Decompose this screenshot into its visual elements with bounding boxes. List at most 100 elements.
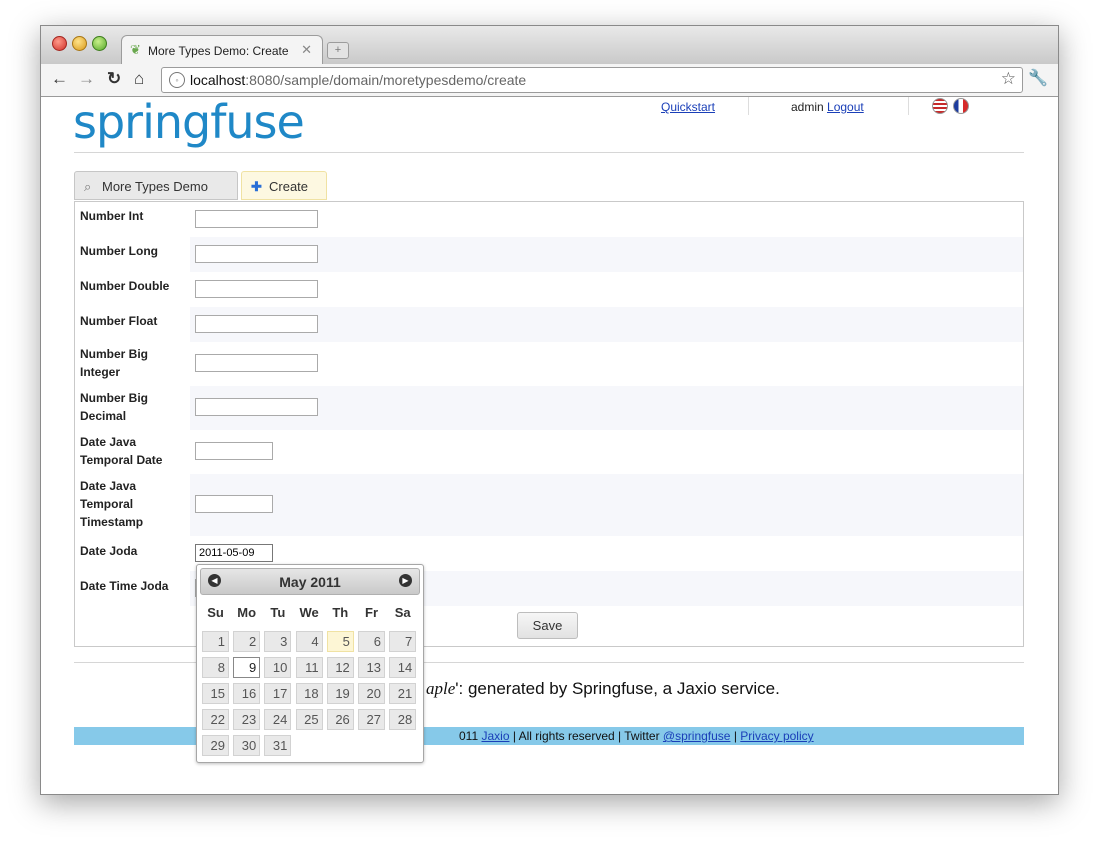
field-label: Number Big Decimal <box>80 391 149 423</box>
weekday-label: Tu <box>270 605 286 620</box>
minimize-window-button[interactable] <box>72 36 87 51</box>
calendar-day[interactable]: 7 <box>389 631 417 652</box>
calendar-day[interactable]: 20 <box>358 683 385 704</box>
date-joda-input[interactable] <box>195 544 273 562</box>
weekday-label: Mo <box>237 605 257 620</box>
leaf-icon: ❦ <box>130 42 141 57</box>
close-tab-icon[interactable]: ✕ <box>301 42 312 58</box>
browser-window: ❦ More Types Demo: Create ✕ + ← → ↻ ⌂ ◦ … <box>40 25 1059 795</box>
weekday-label: Th <box>332 605 349 620</box>
calendar-day[interactable]: 1 <box>202 631 229 652</box>
calendar-day[interactable]: 17 <box>264 683 292 704</box>
tab-create[interactable]: ✚ Create <box>241 171 327 200</box>
tab-label: Create <box>269 179 309 194</box>
search-icon: ⌕ <box>84 179 92 194</box>
footer-tagline: aple': generated by Springfuse, a Jaxio … <box>426 679 780 699</box>
reload-icon[interactable]: ↻ <box>107 69 121 89</box>
calendar-day[interactable]: 30 <box>233 735 261 756</box>
date-java-temporal-timestamp-input[interactable] <box>195 495 273 513</box>
calendar-day[interactable]: 5 <box>326 631 354 652</box>
french-flag-icon[interactable] <box>953 98 969 114</box>
calendar-day[interactable]: 13 <box>358 657 385 678</box>
address-bar[interactable]: ◦ localhost:8080/sample/domain/moretypes… <box>161 67 1023 93</box>
rights-text: | All rights reserved | Twitter <box>512 729 660 743</box>
calendar-day[interactable]: 11 <box>295 657 323 678</box>
next-month-icon[interactable]: ▶ <box>399 574 412 587</box>
date-java-temporal-date-input[interactable] <box>195 442 273 460</box>
copyright-text: 011 <box>459 729 479 743</box>
calendar-day[interactable]: 8 <box>202 657 229 678</box>
form-row: Number Double <box>75 272 1023 307</box>
tab-more-types-demo[interactable]: ⌕ More Types Demo <box>74 171 238 200</box>
calendar-day[interactable]: 28 <box>389 709 417 730</box>
calendar-day[interactable]: 23 <box>233 709 261 730</box>
field-label: Number Big Integer <box>80 347 149 379</box>
header-divider <box>74 152 1024 153</box>
field-label: Date Java Temporal Date <box>80 435 163 467</box>
privacy-policy-link[interactable]: Privacy policy <box>740 729 813 743</box>
calendar-day[interactable]: 24 <box>264 709 292 730</box>
globe-icon: ◦ <box>169 72 185 88</box>
springfuse-logo[interactable]: springfuse <box>73 95 305 149</box>
calendar-day[interactable]: 26 <box>326 709 354 730</box>
number-big-integer-input[interactable] <box>195 354 318 372</box>
number-double-input[interactable] <box>195 280 318 298</box>
number-big-decimal-input[interactable] <box>195 398 318 416</box>
bookmark-star-icon[interactable]: ☆ <box>1001 69 1016 89</box>
weekday-header: Su Mo Tu We Th Fr Sa <box>200 599 420 627</box>
calendar-day[interactable]: 29 <box>202 735 229 756</box>
tagline-text: ': generated by Springfuse, a Jaxio serv… <box>455 679 780 698</box>
calendar-day[interactable]: 14 <box>389 657 417 678</box>
calendar-day[interactable]: 3 <box>264 631 292 652</box>
calendar-day[interactable]: 27 <box>358 709 385 730</box>
browser-tab[interactable]: ❦ More Types Demo: Create ✕ <box>121 35 323 65</box>
logout-link[interactable]: Logout <box>827 100 864 114</box>
calendar-day[interactable]: 4 <box>295 631 323 652</box>
calendar-day[interactable]: 9 <box>233 657 261 678</box>
back-arrow-icon[interactable]: ← <box>51 69 68 89</box>
close-window-button[interactable] <box>52 36 67 51</box>
quickstart-link[interactable]: Quickstart <box>661 100 715 114</box>
tagline-fragment: aple <box>426 679 456 698</box>
home-icon[interactable]: ⌂ <box>134 69 144 89</box>
form-row: Number Big Decimal <box>75 386 1023 430</box>
number-int-input[interactable] <box>195 210 318 228</box>
new-tab-button[interactable]: + <box>327 42 349 59</box>
forward-arrow-icon[interactable]: → <box>78 69 95 89</box>
browser-toolbar: ← → ↻ ⌂ ◦ localhost:8080/sample/domain/m… <box>41 64 1058 97</box>
field-label: Number Double <box>80 279 170 293</box>
calendar-day[interactable]: 19 <box>326 683 354 704</box>
calendar-day[interactable]: 25 <box>295 709 323 730</box>
number-float-input[interactable] <box>195 315 318 333</box>
footer-separator: | <box>733 729 737 743</box>
field-label: Date Time Joda <box>80 579 169 593</box>
calendar-day[interactable]: 21 <box>389 683 417 704</box>
title-bar: ❦ More Types Demo: Create ✕ + <box>41 26 1058 65</box>
weekday-label: Fr <box>365 605 378 620</box>
save-button[interactable]: Save <box>517 612 578 639</box>
calendar-day[interactable]: 31 <box>264 735 292 756</box>
calendar-day[interactable]: 16 <box>233 683 261 704</box>
url-host: localhost <box>190 72 246 88</box>
calendar-day[interactable]: 2 <box>233 631 261 652</box>
calendar-day[interactable]: 6 <box>358 631 385 652</box>
calendar-day[interactable]: 15 <box>202 683 229 704</box>
tab-label: More Types Demo <box>102 179 208 194</box>
weekday-label: We <box>299 605 319 620</box>
form-row: Date Java Temporal Timestamp <box>75 474 1023 536</box>
jaxio-link[interactable]: Jaxio <box>481 729 509 743</box>
header-separator <box>908 97 909 115</box>
form-row: Date Java Temporal Date <box>75 430 1023 474</box>
zoom-window-button[interactable] <box>92 36 107 51</box>
wrench-icon[interactable]: 🔧 <box>1028 68 1048 88</box>
calendar-day[interactable]: 18 <box>295 683 323 704</box>
twitter-link[interactable]: @springfuse <box>663 729 731 743</box>
field-label: Number Long <box>80 244 158 258</box>
calendar-day[interactable]: 10 <box>264 657 292 678</box>
form-row: Number Big Integer <box>75 342 1023 386</box>
english-flag-icon[interactable] <box>932 98 948 114</box>
plus-icon: ✚ <box>251 179 262 194</box>
calendar-day[interactable]: 22 <box>202 709 229 730</box>
calendar-day[interactable]: 12 <box>326 657 354 678</box>
number-long-input[interactable] <box>195 245 318 263</box>
